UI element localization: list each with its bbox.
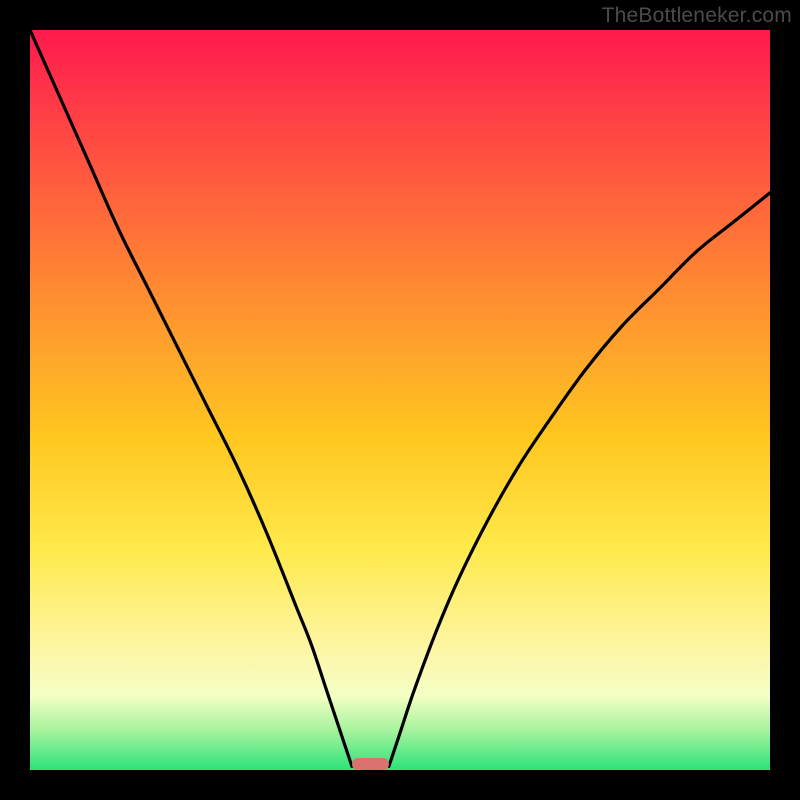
curves-svg: [30, 30, 770, 770]
chart-frame: TheBottleneker.com: [0, 0, 800, 800]
plot-area: [30, 30, 770, 770]
bottleneck-marker: [352, 758, 389, 770]
watermark-text: TheBottleneker.com: [602, 4, 792, 28]
right-curve: [389, 193, 770, 767]
left-curve: [30, 30, 352, 766]
